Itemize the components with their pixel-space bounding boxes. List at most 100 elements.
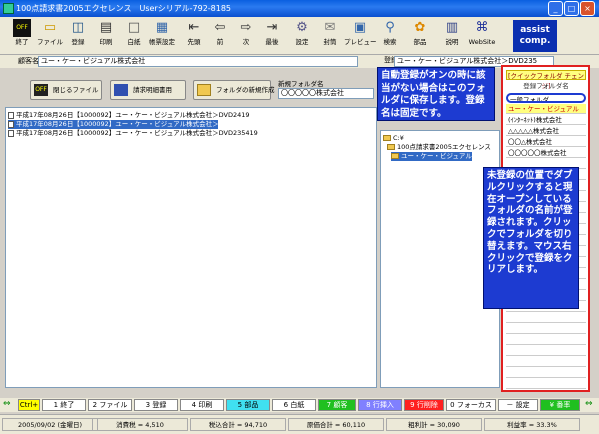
toolbar-button-13[interactable]: ⚲ 検索 (378, 19, 402, 53)
file-list-item[interactable]: 平成17年08月26日【1000092】ユー・ケー・ビジュアル株式会社＞DVD2… (8, 120, 250, 129)
quick-folder-empty-slot[interactable] (506, 379, 586, 389)
app-icon (3, 3, 14, 14)
quick-folder-empty-slot[interactable] (506, 346, 586, 356)
quick-folder-item[interactable]: ユー・ケー・ビジュアル (506, 104, 586, 114)
tree-node[interactable]: ユー・ケー・ビジュアル (391, 152, 472, 161)
toolbar-button-3[interactable]: ▤ 印刷 (94, 19, 118, 53)
help-book-icon: ▥ (445, 20, 459, 35)
note-double-click: 未登録の位置でダブルクリックすると現在オープンしているフォルダの名前が登録されま… (483, 167, 579, 309)
toolbar-button-14[interactable]: ✿ 部品 (408, 19, 432, 53)
fkey-button[interactable]: 2 ファイル (88, 399, 132, 411)
status-cell: 粗利計 = 30,090 (386, 418, 482, 431)
toolbar-label: WebSite (468, 38, 496, 46)
fkey-button[interactable]: 7 顧客 (318, 399, 356, 411)
file-list-item[interactable]: 平成17年08月26日【1000092】ユー・ケー・ビジュアル株式会社＞DVD2… (8, 129, 258, 138)
fkey-button[interactable]: 3 登録 (134, 399, 178, 411)
fkey-button[interactable]: 6 白紙 (272, 399, 316, 411)
next-arrow-icon: ⇨ (240, 20, 252, 35)
fkey-button[interactable]: ¥ 番率 (540, 399, 580, 411)
status-cell: 原価合計 = 60,110 (288, 418, 384, 431)
quick-folder-empty-slot[interactable] (506, 324, 586, 334)
tree-node[interactable]: 100点請求書2005エクセレンス (387, 143, 491, 152)
tree-node-label: ユー・ケー・ビジュアル (401, 152, 472, 160)
toolbar-label: 説明 (445, 38, 459, 46)
folder-icon: ▭ (43, 20, 57, 35)
quick-folder-item[interactable]: 〇〇〇〇〇株式会社 (506, 148, 586, 158)
toolbar-button-4[interactable]: □ 白紙 (122, 19, 146, 53)
toolbar-label: 最後 (265, 38, 279, 46)
search-icon: ⚲ (385, 20, 395, 35)
file-list[interactable]: 平成17年08月26日【1000092】ユー・ケー・ビジュアル株式会社＞DVD2… (5, 107, 377, 388)
toolbar-button-7[interactable]: ⇦ 前 (208, 19, 232, 53)
blank-page-icon: □ (127, 20, 141, 35)
close-file-button[interactable]: OFF 閉じるファイル (30, 80, 102, 100)
quick-folder-empty-slot[interactable] (506, 368, 586, 378)
document-icon (8, 112, 14, 119)
toolbar-button-5[interactable]: ▦ 帳票設定 (149, 19, 175, 53)
status-bar: 2005/09/02 (金曜日) 消費税 = 4,510 税込合計 = 94,710… (0, 414, 599, 434)
toolbar-button-0[interactable]: OFF 終了 (10, 19, 34, 53)
quick-folder-empty-slot[interactable] (506, 335, 586, 345)
assist-line2: comp. (519, 36, 551, 46)
toolbar-label: 封筒 (323, 38, 337, 46)
fkey-button[interactable]: 9 行削除 (404, 399, 444, 411)
minimize-button[interactable]: _ (548, 1, 563, 16)
quick-folder-empty-slot[interactable] (506, 313, 586, 323)
fkey-button[interactable]: 0 フォーカス (446, 399, 496, 411)
new-folder-name-input[interactable]: 〇〇〇〇〇株式会社 (278, 88, 374, 99)
assist-logo[interactable]: assist comp. (513, 20, 557, 52)
file-list-item[interactable]: 平成17年08月26日【1000092】ユー・ケー・ビジュアル株式会社＞DVD2… (8, 111, 250, 120)
new-folder-name-label: 新規フォルダ名 (278, 80, 324, 88)
last-arrow-icon: ⇥ (266, 20, 278, 35)
toolbar-button-11[interactable]: ✉ 封筒 (318, 19, 342, 53)
printer-icon: ▤ (99, 20, 113, 35)
quick-folder-item[interactable]: 一般フォルダ (506, 93, 586, 103)
quick-folder-item[interactable]: △△△△△株式会社 (506, 126, 586, 136)
customer-field[interactable]: ユー・ケー・ビジュアル株式会社 (38, 56, 358, 67)
fkey-button[interactable]: 8 行挿入 (358, 399, 402, 411)
gear-icon: ⚙ (296, 20, 308, 35)
folder-icon (383, 135, 391, 141)
detail-button[interactable]: 請求明細書用 (110, 80, 186, 100)
toolbar-button-1[interactable]: ▭ ファイル (37, 19, 63, 53)
new-folder-button[interactable]: フォルダの新規作成 (193, 80, 275, 100)
folder-icon (391, 153, 399, 159)
status-cell: 利益率 = 33.3% (484, 418, 580, 431)
toolbar-button-16[interactable]: ⌘ WebSite (469, 19, 496, 53)
toolbar-button-2[interactable]: ◫ 登録 (66, 19, 90, 53)
toolbar-button-9[interactable]: ⇥ 最後 (260, 19, 284, 53)
folder-icon (387, 144, 395, 150)
folder-tree[interactable]: C:¥ 100点請求書2005エクセレンス ユー・ケー・ビジュアル (380, 130, 500, 388)
fkey-button[interactable]: － 設定 (498, 399, 538, 411)
file-name: 平成17年08月26日【1000092】ユー・ケー・ビジュアル株式会社＞DVD2… (16, 120, 250, 128)
file-name: 平成17年08月26日【1000092】ユー・ケー・ビジュアル株式会社＞DVD2… (16, 111, 250, 119)
toolbar-button-12[interactable]: ▣ プレビュー (344, 19, 377, 53)
first-arrow-icon: ⇤ (188, 20, 200, 35)
quick-folder-item[interactable]: (ｲﾝﾀｰﾈｯﾄ)株式会社 (506, 115, 586, 125)
quick-folder-empty-slot[interactable] (506, 357, 586, 367)
toolbar: OFF 終了 ▭ ファイル ◫ 登録 ▤ 印刷 □ 白紙 ▦ 帳票設定 ⇤ 先頭 ⇦ 前 ⇨ 次 ⇥ 最後 ⚙ 設定 ✉ 封筒… (0, 17, 599, 55)
fkey-button[interactable]: 1 終了 (42, 399, 86, 411)
quick-folder-sub: 登録フォルダ名 (523, 82, 569, 90)
left-arrow-icon[interactable]: ⇔ (3, 399, 11, 409)
quick-folder-header: [クイックフォルダ チェンジ] (506, 70, 586, 90)
toolbar-label: 部品 (413, 38, 427, 46)
toolbar-button-8[interactable]: ⇨ 次 (234, 19, 258, 53)
fkey-button[interactable]: 4 印刷 (180, 399, 224, 411)
tree-node[interactable]: C:¥ (383, 134, 404, 143)
form-settings-icon: ▦ (155, 20, 169, 35)
close-button[interactable]: × (580, 1, 595, 16)
envelope-icon: ✉ (324, 20, 336, 35)
web-icon: ⌘ (475, 20, 489, 35)
quick-folder-item[interactable]: 〇〇△株式会社 (506, 137, 586, 147)
preview-icon: ▣ (353, 20, 367, 35)
right-arrow-icon[interactable]: ⇔ (585, 399, 593, 409)
fkey-button[interactable]: 5 部品 (226, 399, 270, 411)
maximize-button[interactable]: □ (564, 1, 579, 16)
toolbar-button-6[interactable]: ⇤ 先頭 (182, 19, 206, 53)
status-cell: 税込合計 = 94,710 (190, 418, 286, 431)
toolbar-button-15[interactable]: ▥ 説明 (440, 19, 464, 53)
file-name: 平成17年08月26日【1000092】ユー・ケー・ビジュアル株式会社＞DVD2… (16, 129, 258, 137)
toolbar-button-10[interactable]: ⚙ 設定 (290, 19, 314, 53)
fkey-button[interactable]: Ctrl+ (18, 399, 40, 411)
